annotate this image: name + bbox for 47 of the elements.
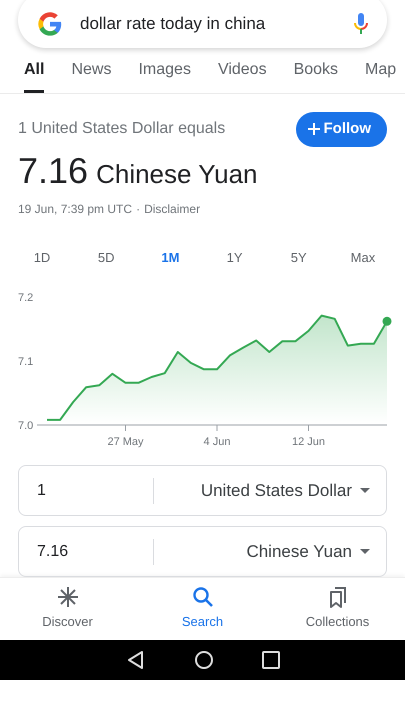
range-tab[interactable]: 5D (86, 248, 126, 267)
end-point-marker (382, 316, 392, 326)
range-tab[interactable]: 1M (150, 248, 190, 267)
google-logo-icon (36, 10, 64, 38)
separator: · (136, 200, 140, 218)
recents-icon[interactable] (262, 651, 280, 669)
range-tab[interactable]: 5Y (278, 248, 319, 267)
conversion-subtitle: 1 United States Dollar equals (18, 119, 226, 140)
disclaimer-link[interactable]: Disclaimer (144, 200, 200, 218)
x-tick-label: 12 Jun (292, 436, 326, 448)
range-tab[interactable]: Max (342, 248, 383, 267)
x-tick-label: 4 Jun (204, 436, 230, 448)
nav-tab[interactable]: Discover (8, 585, 128, 633)
converter-row[interactable]: 7.16 Chinese Yuan (18, 526, 387, 577)
dropdown-caret-icon (360, 488, 370, 493)
search-query[interactable]: dollar rate today in china (80, 11, 337, 37)
converter-row[interactable]: 1 United States Dollar (18, 465, 387, 516)
range-tab[interactable]: 1Y (214, 248, 255, 267)
follow-button[interactable]: Follow (296, 112, 387, 146)
currency-select[interactable]: Chinese Yuan (246, 538, 352, 564)
result-tab[interactable]: Images (138, 58, 191, 93)
home-icon[interactable] (194, 650, 214, 670)
microphone-icon[interactable] (353, 12, 369, 36)
result-tab[interactable]: All (24, 58, 44, 93)
range-tab[interactable]: 1D (22, 248, 62, 267)
currency-select[interactable]: United States Dollar (200, 478, 352, 504)
nav-tab[interactable]: Search (142, 585, 262, 633)
result-tab[interactable]: Books (294, 58, 338, 93)
timestamp: 19 Jun, 7:39 pm UTC (18, 200, 132, 218)
x-tick-label: 27 May (107, 436, 144, 448)
y-tick-label: 7.1 (18, 356, 34, 368)
dropdown-caret-icon (360, 549, 370, 554)
search-icon (192, 586, 214, 608)
nav-tab[interactable]: Collections (278, 585, 398, 633)
search-bar[interactable]: dollar rate today in china (18, 0, 387, 48)
amount-field[interactable]: 7.16 (19, 538, 154, 564)
back-icon[interactable] (126, 650, 146, 670)
currency-name: Chinese Yuan (96, 158, 258, 190)
result-tab[interactable]: Videos (218, 58, 267, 93)
result-tab[interactable]: News (71, 58, 112, 93)
y-tick-label: 7.0 (18, 420, 34, 432)
amount-field[interactable]: 1 (19, 478, 154, 504)
result-tab[interactable]: Map (365, 58, 396, 93)
y-tick-label: 7.2 (18, 292, 34, 304)
asterisk-icon (56, 586, 78, 608)
plus-icon (308, 123, 320, 136)
rate-value: 7.16 (18, 152, 88, 188)
